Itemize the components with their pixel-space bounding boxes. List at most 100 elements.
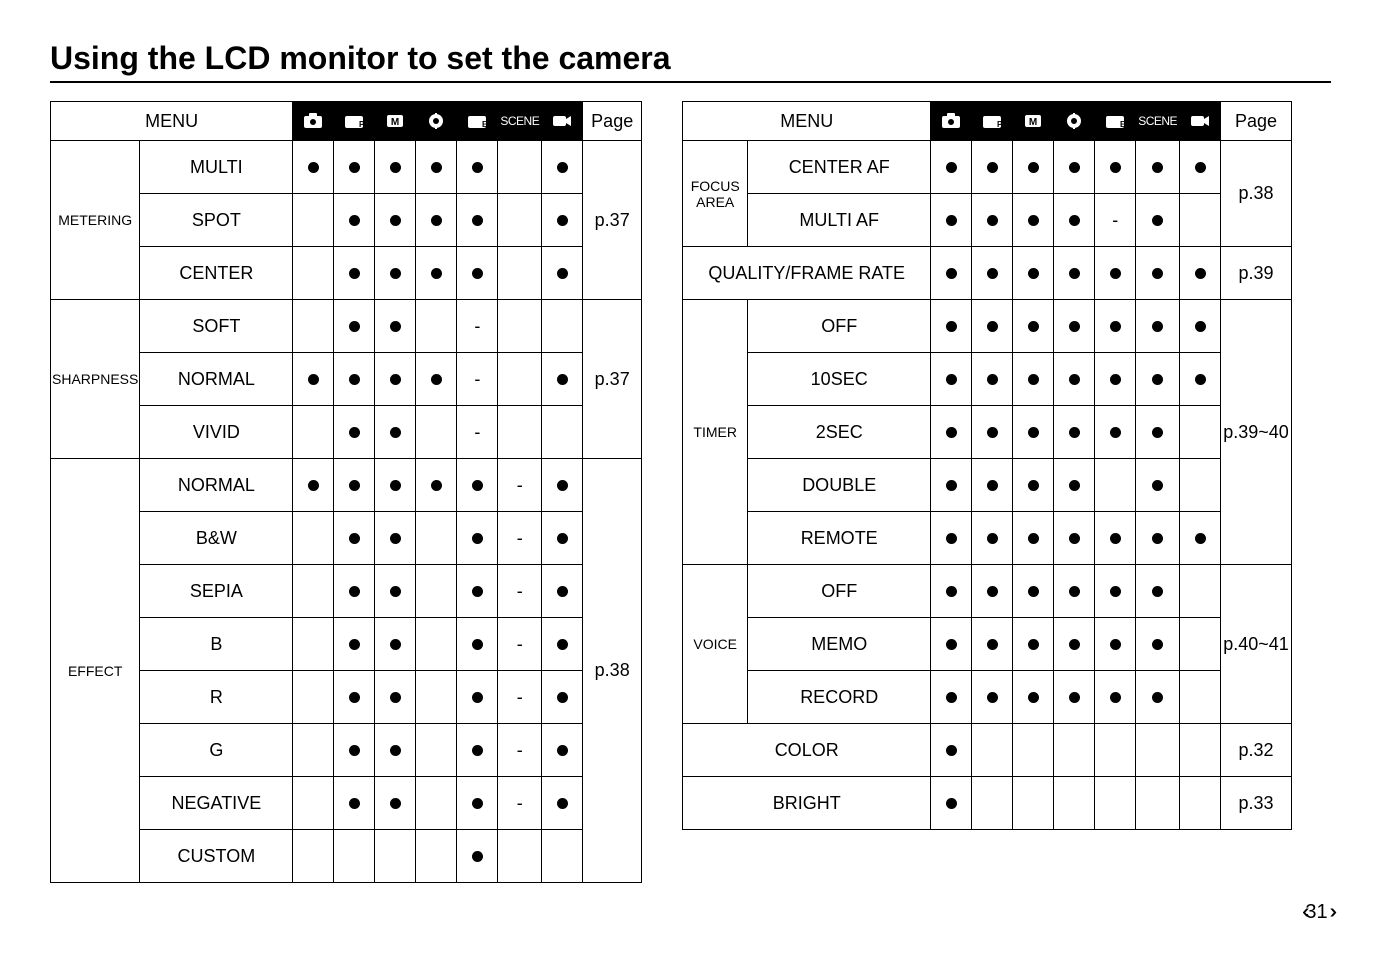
- dot-icon: [1069, 687, 1080, 707]
- mode-cell: [1054, 777, 1095, 830]
- mode-cell: [542, 565, 583, 618]
- mode-cell: [457, 194, 498, 247]
- svg-text:E: E: [482, 120, 487, 129]
- dot-icon: [349, 687, 360, 707]
- mode-cell: [416, 300, 457, 353]
- mode-cell: [1180, 247, 1221, 300]
- dot-icon: [472, 687, 483, 707]
- mode-cell: [334, 830, 375, 883]
- dot-icon: [349, 581, 360, 601]
- dot-icon: [987, 369, 998, 389]
- mode-cell: [931, 247, 972, 300]
- mode-cell: -: [498, 459, 542, 512]
- dot-icon: [1028, 157, 1039, 177]
- menu-item: SPOT: [140, 194, 293, 247]
- page-ref: p.37: [583, 300, 642, 459]
- dot-icon: [472, 846, 483, 866]
- dot-icon: [349, 475, 360, 495]
- mode-cell: [375, 565, 416, 618]
- mode-cell: [334, 247, 375, 300]
- menu-item: CENTER AF: [748, 141, 931, 194]
- menu-category: EFFECT: [51, 459, 140, 883]
- dot-icon: [557, 528, 568, 548]
- mode-cell: [498, 830, 542, 883]
- dot-icon: [946, 210, 957, 230]
- dot-icon: [349, 793, 360, 813]
- mode-cell: [334, 406, 375, 459]
- mode-cell: [931, 300, 972, 353]
- table-row: NORMAL-: [51, 353, 642, 406]
- mode-cell: [931, 406, 972, 459]
- mode-cell: [542, 724, 583, 777]
- menu-category: FOCUSAREA: [683, 141, 748, 247]
- table-row: REMOTE: [683, 512, 1292, 565]
- menu-item: MULTI: [140, 141, 293, 194]
- dot-icon: [349, 528, 360, 548]
- dot-icon: [946, 422, 957, 442]
- menu-item: SEPIA: [140, 565, 293, 618]
- mode-cell: [416, 512, 457, 565]
- dot-icon: [472, 263, 483, 283]
- mode-icon-movie: [1180, 102, 1221, 141]
- mode-cell: [1054, 141, 1095, 194]
- dot-icon: [946, 740, 957, 760]
- dot-icon: [557, 687, 568, 707]
- mode-icon-effect: E: [1095, 102, 1136, 141]
- dot-icon: [1028, 316, 1039, 336]
- mode-cell: [972, 512, 1013, 565]
- dot-icon: [1069, 475, 1080, 495]
- mode-cell: [375, 459, 416, 512]
- dot-icon: [987, 528, 998, 548]
- table-header-row: MENU P M E SCENE Page: [683, 102, 1292, 141]
- mode-cell: [1180, 194, 1221, 247]
- menu-item: NORMAL: [140, 353, 293, 406]
- mode-cell: [931, 141, 972, 194]
- mode-cell: [416, 830, 457, 883]
- dot-icon: [946, 157, 957, 177]
- table-row: NEGATIVE-: [51, 777, 642, 830]
- mode-cell: [1136, 618, 1180, 671]
- mode-cell: [931, 353, 972, 406]
- mode-cell: [1054, 459, 1095, 512]
- mode-cell: [542, 353, 583, 406]
- svg-text:E: E: [1120, 120, 1125, 129]
- mode-cell: [416, 671, 457, 724]
- table-row: SPOT: [51, 194, 642, 247]
- mode-cell: [1013, 300, 1054, 353]
- dot-icon: [557, 369, 568, 389]
- table-row: COLORp.32: [683, 724, 1292, 777]
- mode-cell: [498, 353, 542, 406]
- dot-icon: [1028, 263, 1039, 283]
- mode-cell: [542, 830, 583, 883]
- mode-cell: -: [498, 724, 542, 777]
- menu-item: B: [140, 618, 293, 671]
- mode-cell: [293, 777, 334, 830]
- svg-text:P: P: [359, 120, 364, 129]
- menu-item: 10SEC: [748, 353, 931, 406]
- mode-cell: [1095, 724, 1136, 777]
- mode-cell: [1013, 406, 1054, 459]
- menu-item: MULTI AF: [748, 194, 931, 247]
- dot-icon: [1195, 369, 1206, 389]
- mode-cell: [931, 777, 972, 830]
- table-row: FOCUSAREACENTER AFp.38: [683, 141, 1292, 194]
- mode-icon-auto: [293, 102, 334, 141]
- dot-icon: [1152, 475, 1163, 495]
- mode-cell: [1095, 618, 1136, 671]
- dot-icon: [1110, 157, 1121, 177]
- mode-cell: -: [498, 671, 542, 724]
- dot-icon: [1152, 634, 1163, 654]
- mode-cell: [457, 247, 498, 300]
- mode-cell: [457, 724, 498, 777]
- left-menu-table: MENU P M E SCENE Page METERINGMULTIp.37S…: [50, 101, 642, 883]
- dot-icon: [1028, 528, 1039, 548]
- mode-cell: [931, 565, 972, 618]
- mode-cell: [334, 618, 375, 671]
- menu-item: R: [140, 671, 293, 724]
- table-row: G-: [51, 724, 642, 777]
- mode-cell: -: [498, 512, 542, 565]
- mode-icon-program: P: [972, 102, 1013, 141]
- dot-icon: [308, 157, 319, 177]
- dot-icon: [946, 263, 957, 283]
- mode-icon-program: P: [334, 102, 375, 141]
